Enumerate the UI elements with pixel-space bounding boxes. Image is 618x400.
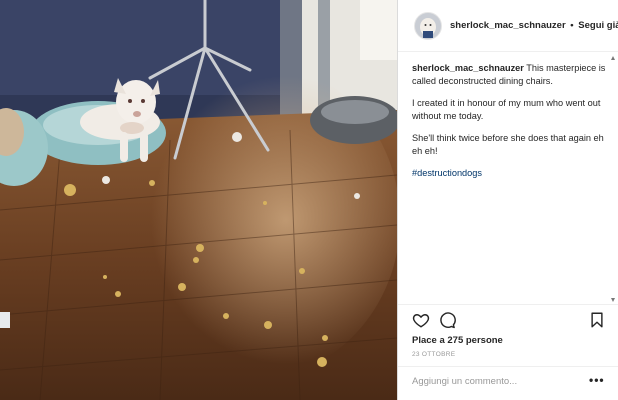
likes-count[interactable]: Place a 275 persone (412, 335, 503, 346)
dog-photo-image (0, 0, 397, 400)
follow-button[interactable]: Segui già (578, 20, 618, 31)
post-photo[interactable] (0, 0, 397, 400)
avatar[interactable] (414, 11, 442, 40)
caption-line-3: She'll think twice before she does that … (412, 133, 604, 156)
post-username[interactable]: sherlock_mac_schnauzer (450, 20, 566, 31)
hashtag-link[interactable]: #destructiondogs (412, 167, 610, 180)
more-options-icon[interactable]: ••• (589, 374, 605, 386)
comment-icon[interactable] (438, 311, 456, 329)
post-date: 23 OTTOBRE (412, 351, 456, 358)
caption-line-2: I created it in honour of my mum who wen… (412, 98, 601, 121)
separator-dot: • (570, 20, 574, 31)
post-actions (412, 311, 608, 331)
comment-divider (398, 366, 618, 367)
post-sidebar: sherlock_mac_schnauzer • Segui già sherl… (398, 0, 618, 400)
caption-username[interactable]: sherlock_mac_schnauzer (412, 63, 524, 73)
comment-input[interactable] (412, 373, 580, 389)
heart-icon[interactable] (412, 311, 430, 329)
post-header: sherlock_mac_schnauzer • Segui già (398, 0, 618, 52)
actions-divider (398, 304, 618, 305)
post-caption: sherlock_mac_schnauzer This masterpiece … (412, 62, 610, 189)
dog-avatar-icon (415, 12, 441, 39)
bookmark-icon[interactable] (588, 311, 606, 329)
scrollbar[interactable] (611, 56, 615, 302)
